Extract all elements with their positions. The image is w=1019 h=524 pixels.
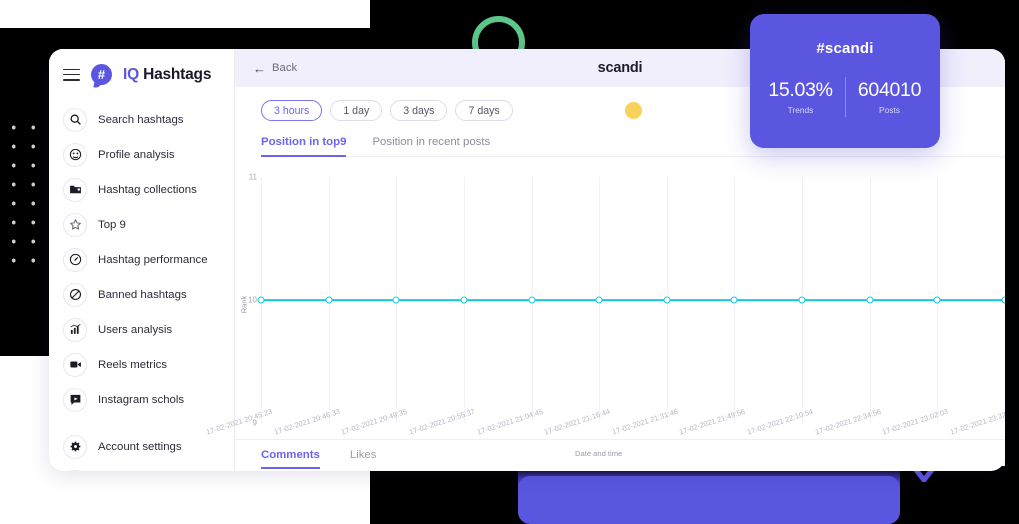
stat-posts: 604010 Posts — [846, 79, 934, 115]
range-pill-3-days[interactable]: 3 days — [390, 100, 448, 121]
bar-chart-icon — [63, 317, 87, 342]
sidebar-item-hashtag-collections[interactable]: Hashtag collections — [49, 172, 234, 207]
question-mark-icon: ? — [63, 469, 87, 471]
chart-data-point[interactable] — [595, 296, 603, 304]
stat-posts-caption: Posts — [879, 105, 900, 115]
chart-x-tick-label: 17-02-2021 22:10:54 — [746, 406, 815, 437]
brand-title-suffix: Hashtags — [143, 65, 212, 83]
tab-likes[interactable]: Likes — [350, 442, 377, 469]
tab-position-in-recent-posts[interactable]: Position in recent posts — [372, 136, 490, 157]
ban-icon — [63, 282, 87, 307]
chart-data-point[interactable] — [460, 296, 468, 304]
sidebar-item-banned-hashtags[interactable]: Banned hashtags — [49, 277, 234, 312]
stat-card-hashtag: #scandi — [816, 40, 874, 57]
chart-x-tick-label: 17-02-2021 21:31:46 — [610, 406, 679, 437]
sidebar-item-label: Top 9 — [98, 218, 126, 231]
sidebar-item-label: Reels metrics — [98, 358, 167, 371]
chart-x-tick-label: 17-02-2021 22:34:56 — [813, 406, 882, 437]
sidebar-item-label: Account settings — [98, 440, 182, 453]
star-icon — [63, 212, 87, 237]
sidebar-item-label: Profile analysis — [98, 148, 175, 161]
chart-series-line — [261, 299, 1005, 301]
range-pill-7-days[interactable]: 7 days — [455, 100, 513, 121]
back-button[interactable]: ← Back — [253, 62, 297, 75]
sidebar-item-profile-analysis[interactable]: Profile analysis — [49, 137, 234, 172]
sidebar-item-label: Instagram schols — [98, 393, 185, 406]
sidebar-item-instagram-schols[interactable]: Instagram schols — [49, 382, 234, 417]
sidebar: # IQ Hashtags Search hashtags Profile an… — [49, 49, 235, 471]
chart-x-axis-label: Date and time — [575, 449, 623, 458]
logo-hash-glyph: # — [97, 67, 106, 82]
sidebar-item-hashtag-performance[interactable]: Hashtag performance — [49, 242, 234, 277]
sidebar-item-users-analysis[interactable]: Users analysis — [49, 312, 234, 347]
tab-comments[interactable]: Comments — [261, 442, 320, 469]
back-button-label: Back — [272, 62, 298, 74]
brand-row: # IQ Hashtags — [49, 49, 234, 98]
search-icon — [63, 107, 87, 132]
chart-y-axis-label: Rank — [239, 295, 249, 314]
sidebar-item-help[interactable]: ? Help — [49, 464, 234, 471]
stat-trends: 15.03% Trends — [757, 79, 845, 115]
sidebar-item-reels-metrics[interactable]: Reels metrics — [49, 347, 234, 382]
tab-position-in-top9[interactable]: Position in top9 — [261, 136, 347, 157]
profile-icon — [63, 142, 87, 167]
chart-x-tick-label: 17-02-2021 23:32:02 — [949, 406, 1005, 437]
chart-x-tick-label: 17-02-2021 20:55:37 — [407, 406, 476, 437]
chart-data-point[interactable] — [392, 296, 400, 304]
decor-yellow-dot — [624, 102, 642, 119]
chart-x-tick-label: 17-02-2021 23:02:03 — [881, 406, 950, 437]
video-camera-icon — [63, 352, 87, 377]
brand-title: IQ Hashtags — [123, 66, 211, 84]
decor-purple-slab — [518, 476, 900, 524]
gear-icon — [63, 434, 87, 459]
stat-trends-caption: Trends — [787, 105, 814, 115]
chart-data-point[interactable] — [798, 296, 806, 304]
chart-data-point[interactable] — [257, 296, 265, 304]
stat-posts-value: 604010 — [857, 79, 922, 101]
decor-black-panel-right — [1005, 60, 1019, 466]
chart-x-tick-label: 17-02-2021 21:16:44 — [543, 406, 612, 437]
chart-x-tick-label: 17-02-2021 21:49:56 — [678, 406, 747, 437]
stat-card-metrics: 15.03% Trends 604010 Posts — [750, 77, 940, 117]
hashtag-stat-card: #scandi 15.03% Trends 604010 Posts — [750, 14, 940, 148]
sidebar-nav: Search hashtags Profile analysis Hashtag… — [49, 98, 234, 471]
sidebar-item-label: Hashtag performance — [98, 253, 208, 266]
range-pill-1-day[interactable]: 1 day — [330, 100, 383, 121]
sidebar-item-label: Banned hashtags — [98, 288, 187, 301]
chart-data-point[interactable] — [663, 296, 671, 304]
chart-x-tick-label: 17-02-2021 20:49:35 — [340, 406, 409, 437]
chart-data-point[interactable] — [1001, 296, 1005, 304]
chart-data-point[interactable] — [528, 296, 536, 304]
chart-x-tick-label: 17-02-2021 21:04:45 — [475, 406, 544, 437]
gauge-icon — [63, 247, 87, 272]
stat-trends-value: 15.03% — [768, 79, 833, 101]
brand-title-prefix: IQ — [123, 65, 139, 83]
chart-y-tick-label: 10 — [248, 295, 257, 305]
logo-mark-icon: # — [91, 64, 112, 85]
screenshot-root: # IQ Hashtags Search hashtags Profile an… — [0, 0, 1019, 524]
chart-data-point[interactable] — [933, 296, 941, 304]
sidebar-item-search-hashtags[interactable]: Search hashtags — [49, 102, 234, 137]
folder-icon — [63, 177, 87, 202]
sidebar-item-label: Users analysis — [98, 323, 173, 336]
chart-data-point[interactable] — [325, 296, 333, 304]
sidebar-item-top-9[interactable]: Top 9 — [49, 207, 234, 242]
chart-area: Rank Date and time 11 10 9 17-02-2021 20:45… — [205, 169, 1005, 458]
sidebar-item-label: Hashtag collections — [98, 183, 197, 196]
chart-data-point[interactable] — [866, 296, 874, 304]
sidebar-item-label: Search hashtags — [98, 113, 184, 126]
chart-x-tick-label: 17-02-2021 20:46:33 — [272, 406, 341, 437]
hamburger-menu-icon[interactable] — [63, 68, 80, 81]
rank-line-chart: Rank Date and time 11 10 9 17-02-2021 20:45… — [205, 169, 1005, 458]
chart-data-point[interactable] — [730, 296, 738, 304]
chart-y-tick-label: 11 — [248, 172, 257, 182]
speech-bubble-icon — [63, 387, 87, 412]
arrow-left-icon: ← — [253, 60, 266, 76]
range-pill-3-hours[interactable]: 3 hours — [261, 100, 323, 121]
